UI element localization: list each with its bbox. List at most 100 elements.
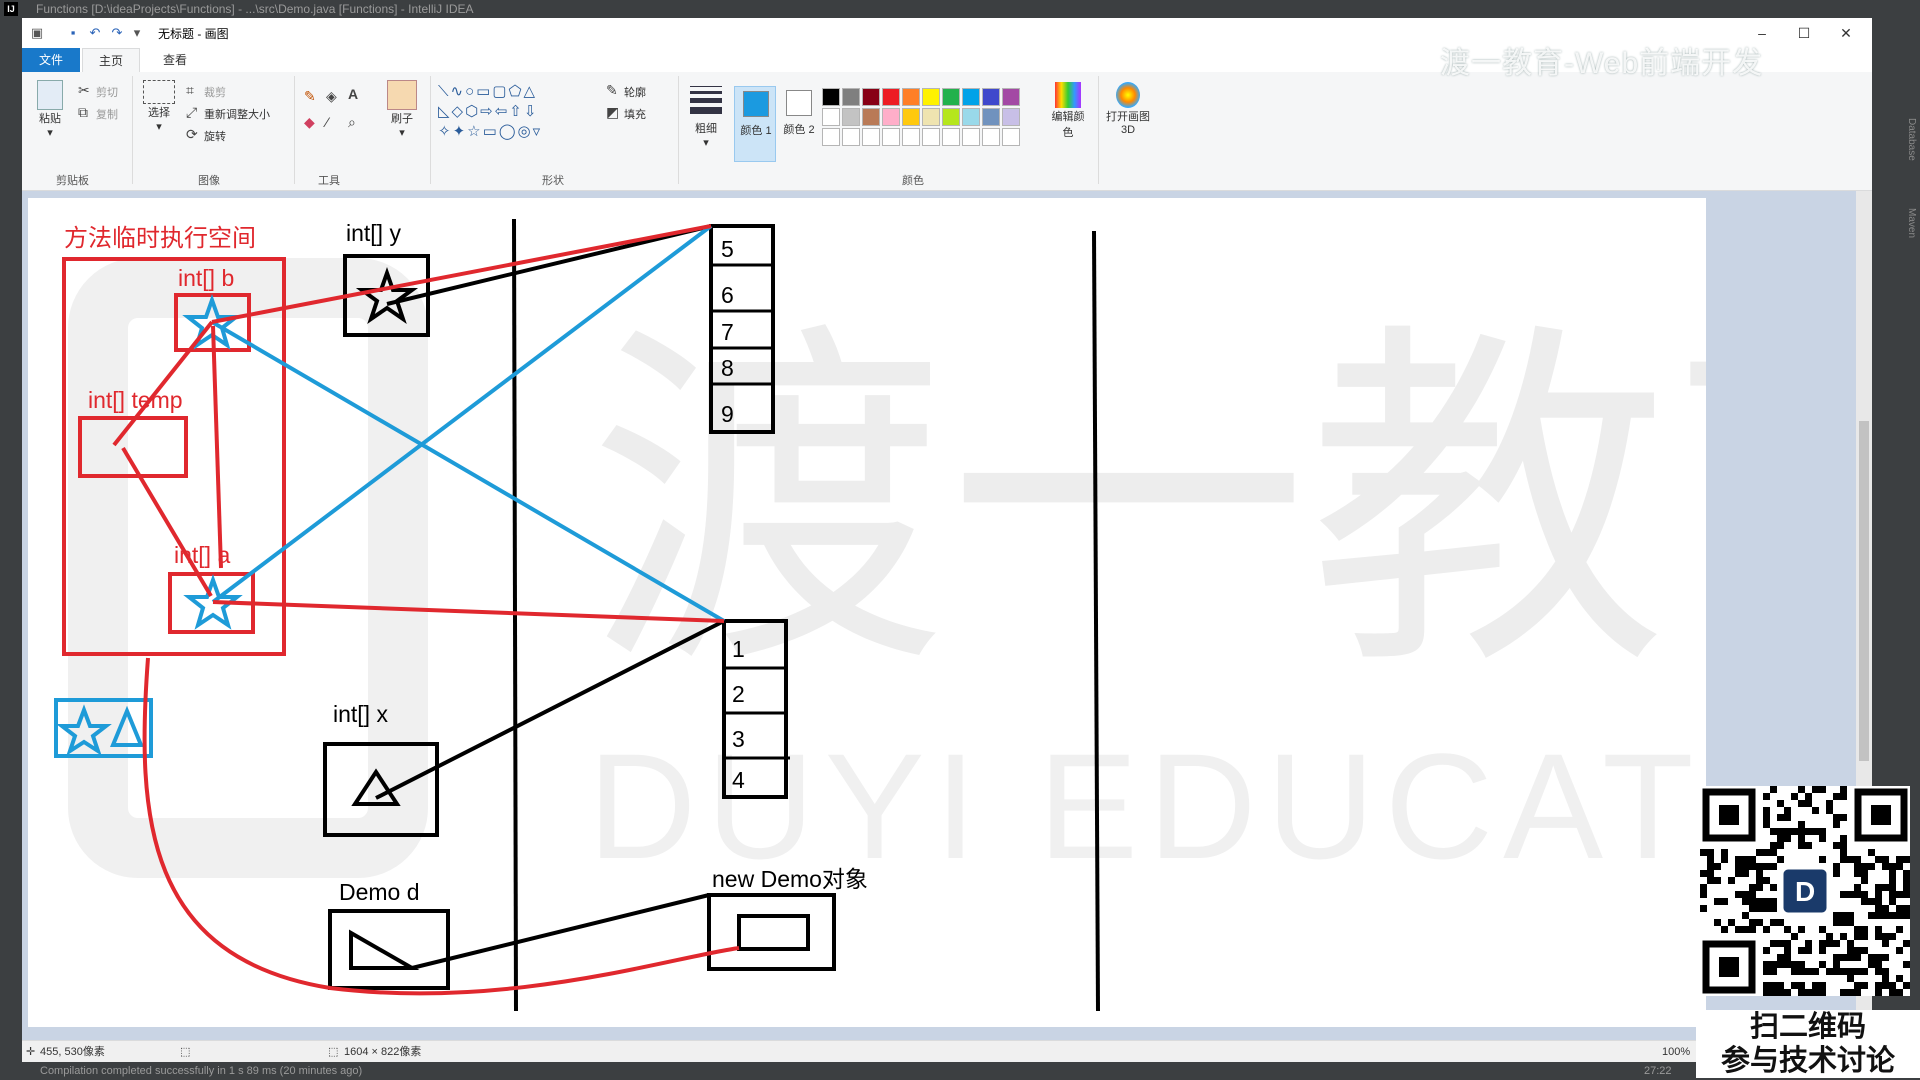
palette-swatch[interactable]: [842, 88, 860, 106]
customize-qat-icon[interactable]: ▾: [130, 26, 144, 40]
palette-swatch-empty[interactable]: [842, 128, 860, 146]
redo-icon[interactable]: ↷: [110, 26, 124, 40]
cut-icon[interactable]: ✂: [78, 82, 90, 98]
outline-label[interactable]: 轮廓: [624, 84, 646, 100]
undo-icon[interactable]: ↶: [88, 26, 102, 40]
paste-button[interactable]: 粘贴 ▾: [32, 80, 68, 139]
shapes-group-label: 形状: [542, 175, 564, 187]
fill-icon[interactable]: ◩: [606, 104, 619, 120]
intellij-logo-icon: IJ: [4, 2, 18, 16]
palette-swatch-empty[interactable]: [882, 128, 900, 146]
paste-dropdown-icon: ▾: [47, 127, 53, 139]
palette-swatch-empty[interactable]: [922, 128, 940, 146]
resize-icon[interactable]: ⤢: [186, 104, 197, 120]
color2-button[interactable]: 颜色 2: [778, 86, 818, 162]
brand-watermark: 渡一教育-Web前端开发: [1440, 47, 1764, 80]
resize-label[interactable]: 重新调整大小: [204, 106, 270, 122]
paint3d-label: 打开画图 3D: [1106, 111, 1150, 136]
palette-swatch[interactable]: [902, 88, 920, 106]
database-tool-tab[interactable]: Database: [1906, 118, 1917, 161]
fill-label[interactable]: 填充: [624, 106, 646, 122]
array-bottom-cell: 1: [732, 636, 745, 662]
image-group-label: 图像: [198, 175, 220, 187]
palette-swatch-empty[interactable]: [942, 128, 960, 146]
palette-swatch-empty[interactable]: [982, 128, 1000, 146]
color-picker-icon[interactable]: ⁄: [326, 114, 328, 130]
palette-swatch[interactable]: [862, 88, 880, 106]
palette-swatch[interactable]: [922, 88, 940, 106]
ribbon: 粘贴 ▾ ✂ 剪切 ⧉ 复制 剪贴板 选择 ▾ ⌗ 裁剪 ⤢ 重新调整大小 ⟳ …: [22, 72, 1872, 191]
color2-label: 颜色 2: [783, 124, 815, 136]
palette-swatch[interactable]: [842, 108, 860, 126]
watermark-english: DUYI EDUCATION: [588, 722, 1706, 890]
palette-swatch-empty[interactable]: [1002, 128, 1020, 146]
tab-home[interactable]: 主页: [82, 48, 140, 72]
color1-label: 颜色 1: [740, 125, 772, 137]
paint-window: ▣ ▪ ↶ ↷ ▾ 无标题 - 画图 – ☐ ✕ 文件 主页 查看 粘贴 ▾ ✂…: [22, 18, 1920, 1063]
pencil-icon[interactable]: ✎: [304, 88, 316, 104]
cut-label[interactable]: 剪切: [96, 84, 118, 100]
palette-swatch[interactable]: [982, 88, 1000, 106]
ide-status-bar: Compilation completed successfully in 1 …: [0, 1062, 1920, 1080]
palette-swatch[interactable]: [942, 108, 960, 126]
eraser-icon[interactable]: ◆: [304, 114, 315, 130]
select-dropdown-icon: ▾: [156, 121, 162, 133]
shapes-row: ✧✦☆▭◯◎▿: [438, 123, 543, 140]
brushes-button[interactable]: 刷子 ▾: [382, 80, 422, 139]
var-x-label: int[] x: [333, 701, 388, 727]
crop-icon[interactable]: ⌗: [186, 82, 194, 98]
edit-colors-label: 编辑颜色: [1051, 111, 1085, 139]
ide-status-time: 27:22: [1644, 1065, 1672, 1077]
maven-tool-tab[interactable]: Maven: [1906, 208, 1917, 238]
magnifier-icon[interactable]: ⌕: [348, 114, 356, 130]
palette-swatch[interactable]: [822, 88, 840, 106]
palette-swatch-empty[interactable]: [902, 128, 920, 146]
qr-caption: 扫二维码 参与技术讨论: [1696, 1010, 1920, 1078]
crop-label[interactable]: 裁剪: [204, 84, 226, 100]
copy-icon[interactable]: ⧉: [78, 104, 88, 120]
array-top-cell: 9: [721, 401, 734, 427]
copy-label[interactable]: 复制: [96, 106, 118, 122]
palette-swatch[interactable]: [1002, 108, 1020, 126]
cursor-position-icon: ✛: [26, 1046, 36, 1058]
palette-swatch-empty[interactable]: [962, 128, 980, 146]
open-paint3d-button[interactable]: 打开画图 3D: [1104, 82, 1152, 136]
select-button[interactable]: 选择 ▾: [140, 80, 178, 133]
outline-icon[interactable]: ✎: [606, 82, 618, 98]
palette-swatch[interactable]: [822, 108, 840, 126]
paint-statusbar: ✛ 455, 530像素 ⬚ ⬚ 1604 × 822像素 100%: [22, 1040, 1872, 1063]
palette-swatch[interactable]: [962, 108, 980, 126]
canvas-size: 1604 × 822像素: [344, 1046, 422, 1058]
tab-view[interactable]: 查看: [146, 48, 204, 72]
drawing-canvas[interactable]: 渡一教育 DUYI EDUCATION 方法临时执行空间 int[] b int…: [28, 198, 1920, 1027]
edit-colors-button[interactable]: 编辑颜色: [1048, 82, 1088, 140]
palette-swatch[interactable]: [962, 88, 980, 106]
shapes-gallery[interactable]: ⟍∿○▭▢⬠△ ◺◇⬡⇨⇦⇧⇩ ✧✦☆▭◯◎▿: [438, 82, 588, 144]
text-tool-icon[interactable]: A: [348, 86, 358, 102]
rotate-icon[interactable]: ⟳: [186, 126, 198, 142]
close-button[interactable]: ✕: [1831, 22, 1861, 44]
palette-swatch-empty[interactable]: [862, 128, 880, 146]
size-button[interactable]: 粗细 ▾: [686, 80, 726, 149]
palette-swatch[interactable]: [902, 108, 920, 126]
palette-swatch[interactable]: [942, 88, 960, 106]
palette-swatch[interactable]: [882, 88, 900, 106]
scrollbar-thumb[interactable]: [1859, 421, 1869, 761]
maximize-button[interactable]: ☐: [1789, 22, 1819, 44]
ide-status-message: Compilation completed successfully in 1 …: [40, 1065, 363, 1077]
qr-code-image: D: [1700, 786, 1910, 996]
palette-swatch[interactable]: [862, 108, 880, 126]
tab-file[interactable]: 文件: [22, 48, 80, 72]
palette-swatch[interactable]: [1002, 88, 1020, 106]
rotate-label[interactable]: 旋转: [204, 128, 226, 144]
select-label: 选择: [148, 107, 170, 119]
palette-swatch[interactable]: [882, 108, 900, 126]
color1-button[interactable]: 颜色 1: [734, 86, 776, 162]
array-bottom-cell: 3: [732, 726, 745, 752]
palette-swatch-empty[interactable]: [822, 128, 840, 146]
palette-swatch[interactable]: [922, 108, 940, 126]
fill-bucket-icon[interactable]: ◈: [326, 88, 337, 104]
palette-swatch[interactable]: [982, 108, 1000, 126]
var-d-right-triangle-icon: [349, 929, 420, 970]
save-icon[interactable]: ▪: [66, 26, 80, 40]
